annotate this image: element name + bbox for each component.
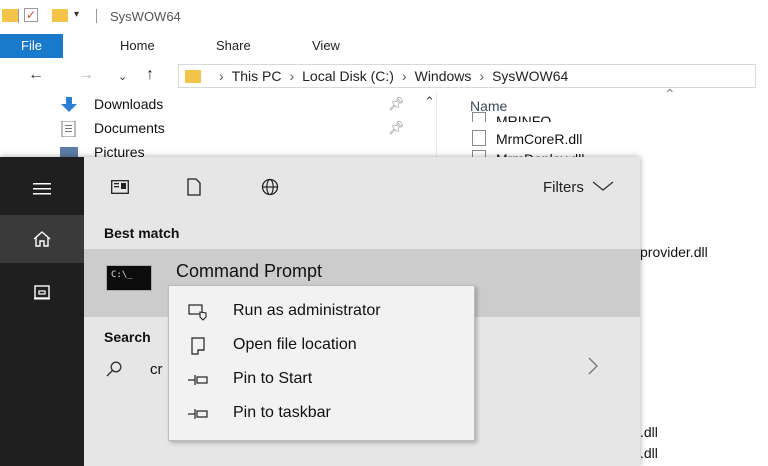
file-icon — [472, 112, 486, 122]
documents-icon — [61, 121, 76, 137]
command-prompt-icon: C:\_ — [106, 265, 152, 291]
file-row[interactable]: MRINFO — [472, 112, 551, 122]
nav-item-label: Downloads — [94, 96, 164, 112]
forward-arrow-icon[interactable]: → — [78, 66, 94, 84]
start-rail — [0, 157, 84, 466]
separator — [96, 9, 97, 23]
navigation-bar: ← → ⌄ ↑ › This PC › Local Disk (C:) › Windows… — [0, 58, 768, 92]
breadcrumb: › This PC › Local Disk (C:) › Windows › SysWOW6… — [211, 68, 568, 84]
search-suggestion-text: cr — [150, 361, 163, 378]
new-folder-icon[interactable] — [52, 9, 68, 22]
search-heading: Search — [104, 329, 151, 345]
home-icon[interactable] — [0, 215, 84, 263]
menu-item-label: Open file location — [233, 336, 357, 353]
menu-item-open-file-location[interactable]: Open file location — [169, 329, 474, 363]
tab-share[interactable]: Share — [216, 34, 251, 58]
pin-icon[interactable]: 📌︎ — [388, 120, 405, 136]
menu-item-label: Run as administrator — [233, 302, 381, 319]
breadcrumb-separator-icon: › — [289, 68, 295, 84]
menu-item-run-as-administrator[interactable]: Run as administrator — [169, 295, 474, 329]
menu-item-label: Pin to Start — [233, 370, 313, 387]
navigation-pane: Downloads 📌︎ ⌃ Documents 📌︎ Pictures — [0, 92, 440, 162]
separator — [18, 9, 19, 23]
breadcrumb-separator-icon: › — [219, 68, 224, 84]
context-menu: Run as administrator Open file location … — [168, 285, 475, 441]
folder-icon — [185, 70, 201, 83]
filters-label: Filters — [542, 179, 584, 196]
file-name-fragment[interactable]: provider.dll — [640, 244, 708, 260]
filters-row: Filters — [84, 157, 640, 217]
file-name-fragment[interactable]: .dll — [640, 445, 658, 461]
breadcrumb-this-pc[interactable]: This PC — [232, 68, 282, 84]
address-bar[interactable]: › This PC › Local Disk (C:) › Windows › SysWOW6… — [178, 64, 756, 88]
best-match-title: Command Prompt — [176, 261, 323, 281]
shield-run-icon — [187, 302, 209, 322]
best-match-heading: Best match — [104, 225, 180, 241]
scroll-up-chevron-icon[interactable]: ⌃ — [424, 94, 435, 110]
chevron-down-icon — [592, 181, 614, 191]
hamburger-menu-icon[interactable] — [0, 165, 84, 213]
nav-item-documents[interactable]: Documents 📌︎ — [60, 118, 440, 140]
title-bar: ✓ ▾ SysWOW64 — [0, 0, 768, 34]
documents-filter-icon[interactable] — [184, 177, 204, 197]
nav-item-label: Documents — [94, 120, 165, 136]
device-icon[interactable] — [0, 269, 84, 317]
open-location-icon — [187, 336, 209, 356]
dll-file-icon — [472, 130, 486, 146]
filters-button[interactable]: Filters — [543, 179, 614, 196]
menu-item-pin-to-start[interactable]: Pin to Start — [169, 363, 474, 397]
ribbon-tabs: File Home Share View — [0, 34, 768, 58]
recent-locations-chevron-icon[interactable]: ⌄ — [118, 68, 127, 86]
download-arrow-icon — [61, 97, 77, 112]
breadcrumb-windows[interactable]: Windows — [415, 68, 472, 84]
back-arrow-icon[interactable]: ← — [28, 66, 44, 84]
web-filter-globe-icon[interactable] — [260, 177, 280, 197]
tab-file[interactable]: File — [0, 34, 63, 58]
menu-item-pin-to-taskbar[interactable]: Pin to taskbar — [169, 397, 474, 431]
sort-ascending-icon: ⌃ — [664, 86, 676, 102]
folder-icon[interactable] — [2, 9, 18, 22]
search-icon — [106, 361, 122, 382]
apps-filter-icon[interactable] — [110, 177, 130, 197]
customize-quick-access-icon[interactable]: ▾ — [74, 9, 79, 20]
pin-icon — [187, 404, 209, 424]
breadcrumb-syswow64[interactable]: SysWOW64 — [492, 68, 568, 84]
menu-item-label: Pin to taskbar — [233, 404, 331, 421]
file-name: MRINFO — [496, 113, 552, 122]
breadcrumb-local-disk[interactable]: Local Disk (C:) — [302, 68, 394, 84]
nav-item-downloads[interactable]: Downloads 📌︎ ⌃ — [60, 94, 440, 116]
chevron-right-icon[interactable] — [588, 357, 598, 381]
file-name-fragment[interactable]: .dll — [640, 424, 658, 440]
tab-view[interactable]: View — [312, 34, 340, 58]
file-name: MrmCoreR.dll — [496, 131, 583, 147]
window-title: SysWOW64 — [110, 9, 181, 24]
properties-icon[interactable]: ✓ — [24, 8, 38, 22]
breadcrumb-separator-icon: › — [401, 68, 407, 84]
pin-icon — [187, 370, 209, 390]
tab-home[interactable]: Home — [120, 34, 155, 58]
file-row[interactable]: MrmCoreR.dll — [472, 130, 582, 150]
breadcrumb-separator-icon: › — [479, 68, 485, 84]
pin-icon[interactable]: 📌︎ — [388, 96, 405, 112]
up-arrow-icon[interactable]: ↑ — [146, 66, 154, 84]
